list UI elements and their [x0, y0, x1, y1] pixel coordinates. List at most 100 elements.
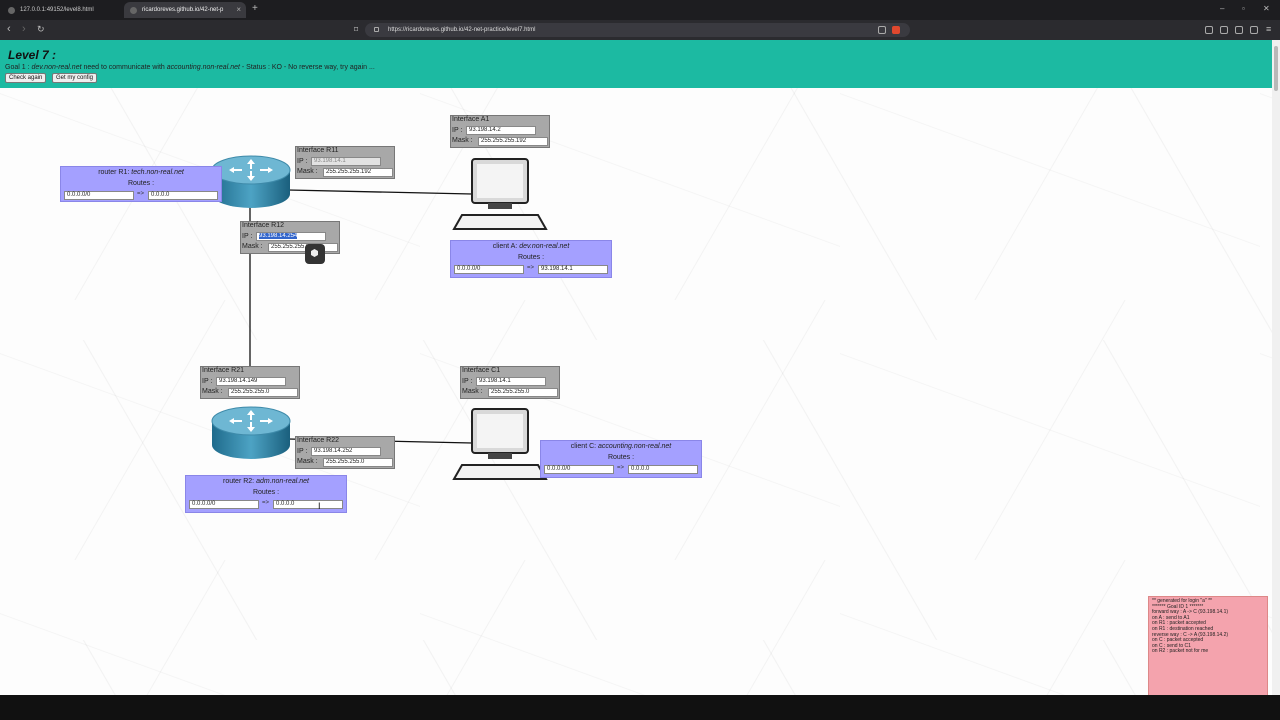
r12-ip-input[interactable]: 93.198.14.254 [256, 232, 326, 241]
link-r1-a [287, 189, 473, 195]
computer-a-icon[interactable] [452, 157, 548, 231]
client-c-routes: client C: accounting.non-real.net Routes… [540, 440, 702, 478]
r2-route-destination-input[interactable]: 0.0.0.0/0 [189, 500, 259, 509]
reload-icon[interactable]: ↻ [37, 24, 45, 35]
interface-title: Interface A1 [452, 116, 490, 123]
r21-ip-input[interactable]: 93.198.14.149 [216, 377, 286, 386]
r21-mask-input[interactable]: 255.255.255.0 [228, 388, 298, 397]
minimize-icon[interactable]: – [1220, 4, 1224, 13]
r2-route-next-hop-input[interactable]: 0.0.0.0 [273, 500, 343, 509]
extensions-icon[interactable] [1235, 26, 1243, 34]
network-links [249, 189, 473, 444]
globe-icon [130, 7, 137, 14]
a1-ip-input[interactable]: 93.198.14.2 [466, 126, 536, 135]
extension-overlay-icon[interactable] [305, 244, 325, 264]
close-window-icon[interactable]: ✕ [1263, 4, 1270, 13]
browser-tab-strip: 127.0.0.1:49152/level8.html ricardoreves… [0, 0, 1280, 20]
route-arrow: => [617, 465, 625, 471]
log-line: on R2 : packet not for me [1152, 648, 1209, 655]
menu-icon[interactable]: ≡ [1266, 24, 1271, 34]
interface-r11: Interface R11 IP : 93.198.14.1 Mask : 25… [295, 146, 395, 179]
ip-label: IP : [452, 127, 463, 134]
browser-toolbar: ‹ › ↻ ⌑ https://ricardoreves.github.io/4… [0, 20, 1280, 40]
close-tab-icon[interactable]: × [236, 2, 241, 18]
mask-label: Mask : [202, 388, 223, 395]
ip-label: IP : [202, 378, 213, 385]
computer-c-icon[interactable] [452, 407, 548, 481]
ip-label: IP : [297, 448, 308, 455]
c-route-next-hop-input[interactable]: 0.0.0.0 [628, 465, 698, 474]
new-tab-icon[interactable]: + [252, 3, 258, 14]
interface-c1: Interface C1 IP : 93.198.14.1 Mask : 255… [460, 366, 560, 399]
browser-tab-level7[interactable]: ricardoreves.github.io/42-net-p × [124, 2, 246, 18]
router-r2-title: router R2: adm.non-real.net [223, 478, 309, 485]
router-r1-icon[interactable] [211, 154, 291, 210]
interface-title: Interface R12 [242, 222, 285, 229]
a-route-next-hop-input[interactable]: 93.198.14.1 [538, 265, 608, 274]
interface-r12: Interface R12 IP : 93.198.14.254 Mask : … [240, 221, 340, 254]
routes-label: Routes : [607, 454, 635, 461]
r22-ip-input[interactable]: 93.198.14.252 [311, 447, 381, 456]
ip-label: IP : [242, 233, 253, 240]
log-panel[interactable]: ** generated for login "a" ** ******* Go… [1148, 596, 1268, 695]
translate-icon[interactable] [878, 26, 886, 34]
router-r1-title: router R1: tech.non-real.net [98, 169, 184, 176]
ip-label: IP : [462, 378, 473, 385]
interface-title: Interface R22 [297, 437, 340, 444]
c1-mask-input[interactable]: 255.255.255.0 [488, 388, 558, 397]
mask-label: Mask : [297, 458, 318, 465]
interface-r21: Interface R21 IP : 93.198.14.149 Mask : … [200, 366, 300, 399]
interface-title: Interface R11 [297, 147, 339, 154]
r11-ip-input: 93.198.14.1 [311, 157, 381, 166]
globe-icon [8, 7, 15, 14]
taskbar [0, 695, 1280, 720]
c1-ip-input[interactable]: 93.198.14.1 [476, 377, 546, 386]
mask-label: Mask : [452, 137, 473, 144]
route-arrow: => [527, 265, 535, 271]
interface-a1: Interface A1 IP : 93.198.14.2 Mask : 255… [450, 115, 550, 148]
address-bar[interactable]: https://ricardoreves.github.io/42-net-pr… [365, 23, 910, 37]
r11-mask-input[interactable]: 255.255.255.192 [323, 168, 393, 177]
interface-title: Interface C1 [462, 367, 501, 374]
routes-label: Routes : [127, 180, 155, 187]
text-cursor-icon: I [318, 501, 321, 511]
router-r2-routes: router R2: adm.non-real.net Routes : 0.0… [185, 475, 347, 513]
sidebar-icon[interactable] [1205, 26, 1213, 34]
page-content: Level 7 : Goal 1 : dev.non-real.net need… [0, 40, 1272, 695]
back-icon[interactable]: ‹ [7, 23, 11, 35]
mask-label: Mask : [462, 388, 483, 395]
route-arrow: => [137, 191, 145, 197]
routes-label: Routes : [252, 489, 280, 496]
page-scrollbar[interactable] [1272, 40, 1280, 695]
client-a-title: client A: dev.non-real.net [492, 243, 570, 250]
vpn-icon[interactable] [1250, 26, 1258, 34]
ip-label: IP : [297, 158, 308, 165]
mask-label: Mask : [242, 243, 263, 250]
maximize-icon[interactable]: ▫ [1242, 4, 1245, 13]
r12-mask-input[interactable]: 255.255.255.0 [268, 243, 338, 252]
route-arrow: => [262, 500, 270, 506]
a-route-destination-input[interactable]: 0.0.0.0/0 [454, 265, 524, 274]
mask-label: Mask : [297, 168, 318, 175]
interface-title: Interface R21 [202, 367, 245, 374]
a1-mask-input[interactable]: 255.255.255.192 [478, 137, 548, 146]
forward-icon[interactable]: › [22, 23, 26, 35]
scrollbar-thumb[interactable] [1274, 46, 1278, 91]
c-route-destination-input[interactable]: 0.0.0.0/0 [544, 465, 614, 474]
r1-route-destination-input[interactable]: 0.0.0.0/0 [64, 191, 134, 200]
url-text: https://ricardoreves.github.io/42-net-pr… [388, 27, 536, 33]
client-a-routes: client A: dev.non-real.net Routes : 0.0.… [450, 240, 612, 278]
r1-route-next-hop-input[interactable]: 0.0.0.0 [148, 191, 218, 200]
tab-title: 127.0.0.1:49152/level8.html [20, 7, 94, 13]
bookmark-icon[interactable]: ⌑ [354, 25, 358, 34]
routes-label: Routes : [517, 254, 545, 261]
wallet-icon[interactable] [1220, 26, 1228, 34]
browser-tab-level8[interactable]: 127.0.0.1:49152/level8.html [2, 2, 120, 18]
interface-r22: Interface R22 IP : 93.198.14.252 Mask : … [295, 436, 395, 469]
tab-title: ricardoreves.github.io/42-net-p [142, 7, 224, 13]
client-c-title: client C: accounting.non-real.net [570, 443, 672, 450]
r22-mask-input[interactable]: 255.255.255.0 [323, 458, 393, 467]
router-r2-icon[interactable] [211, 405, 291, 461]
site-info-icon[interactable] [374, 27, 379, 32]
shield-icon[interactable] [892, 26, 900, 34]
